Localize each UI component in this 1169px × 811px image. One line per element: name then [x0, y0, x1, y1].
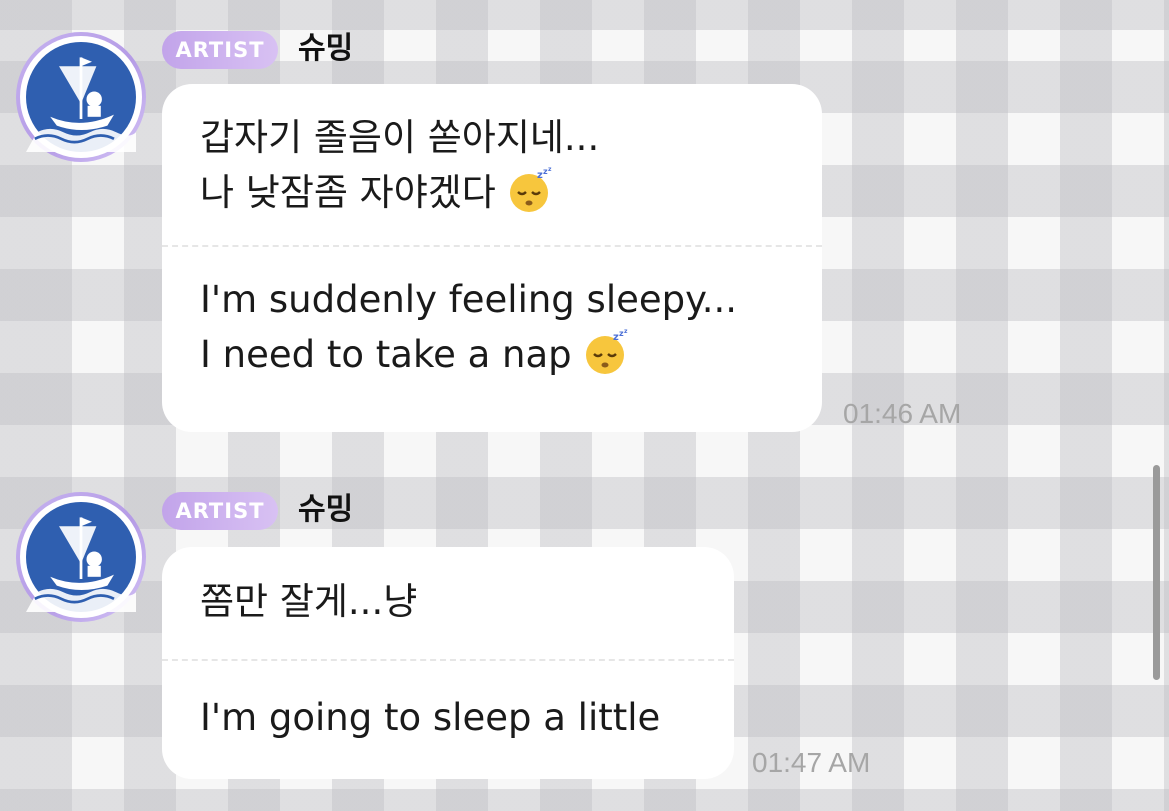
- message-bubble[interactable]: 쫌만 잘게...냥 I'm going to sleep a little: [162, 547, 734, 779]
- ship-sailor-avatar-icon: [26, 502, 136, 612]
- english-line: I'm going to sleep a little: [200, 696, 661, 739]
- korean-text: 쫌만 잘게...냥: [162, 547, 734, 659]
- korean-text: 갑자기 졸음이 쏟아지네... 나 낮잠좀 자야겠다 z z z: [162, 84, 822, 245]
- artist-username[interactable]: 슈밍: [298, 31, 353, 67]
- sleeping-face-icon: z z z: [504, 165, 554, 215]
- svg-text:z: z: [624, 328, 628, 335]
- message-timestamp: 01:46 AM: [843, 398, 962, 429]
- english-translation: I'm going to sleep a little: [162, 661, 734, 745]
- svg-text:z: z: [548, 166, 552, 173]
- scrollbar-thumb[interactable]: [1153, 465, 1160, 680]
- ship-sailor-avatar-icon: [26, 42, 136, 152]
- english-line: I'm suddenly feeling sleepy...: [200, 278, 738, 321]
- english-line-with-emoji: I need to take a nap z z z: [200, 327, 784, 382]
- english-translation: I'm suddenly feeling sleepy... I need to…: [162, 247, 822, 382]
- sleeping-face-icon: z z z: [580, 327, 630, 377]
- message-bubble[interactable]: 갑자기 졸음이 쏟아지네... 나 낮잠좀 자야겠다 z z z I'm sud…: [162, 84, 822, 432]
- korean-line: 쫌만 잘게...냥: [200, 580, 418, 623]
- artist-badge: ARTIST: [162, 31, 278, 69]
- korean-line-with-emoji: 나 낮잠좀 자야겠다 z z z: [200, 165, 784, 220]
- korean-line: 갑자기 졸음이 쏟아지네...: [200, 116, 600, 159]
- artist-avatar[interactable]: [16, 492, 146, 622]
- message-timestamp: 01:47 AM: [752, 747, 871, 778]
- artist-avatar[interactable]: [16, 32, 146, 162]
- artist-badge: ARTIST: [162, 492, 278, 530]
- artist-username[interactable]: 슈밍: [298, 492, 353, 528]
